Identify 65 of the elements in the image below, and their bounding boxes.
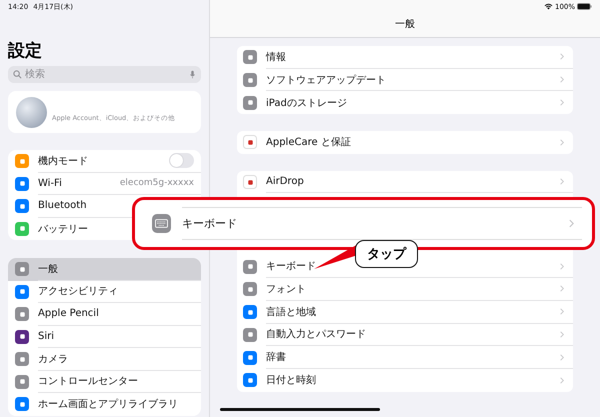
nav-title: 一般 [394, 18, 416, 31]
settings-row[interactable]: フォント [237, 278, 573, 301]
sidebar-item[interactable]: Siri [8, 326, 201, 348]
sidebar-item[interactable]: カメラ [8, 348, 201, 370]
row-label: iPadのストレージ [266, 96, 347, 110]
chevron-icon [569, 219, 574, 228]
keyboard-icon [152, 214, 171, 233]
row-label: 情報 [266, 50, 286, 64]
chevron-icon [560, 330, 564, 338]
row-label: キーボード [266, 260, 316, 274]
chevron-icon [560, 76, 564, 84]
avatar-circle [16, 96, 47, 128]
sidebar-item[interactable]: ホーム画面とアプリライブラリ [8, 393, 201, 416]
row-label: ソフトウェアアップデート [266, 74, 386, 87]
sidebar-item[interactable]: コントロールセンター [8, 370, 201, 393]
chevron-icon [560, 376, 564, 384]
sidebar-item[interactable]: アクセシビリティ [8, 280, 201, 303]
settings-row[interactable]: 日付と時刻 [237, 368, 573, 392]
item-label: ホーム画面とアプリライブラリ [38, 398, 178, 412]
settings-row[interactable]: ソフトウェアアップデート [237, 68, 573, 92]
item-label: アクセシビリティ [38, 285, 118, 298]
chevron-icon [560, 99, 564, 106]
row-label: AirDrop [266, 176, 304, 188]
row-label: AppleCare と保証 [266, 136, 351, 150]
item-value: elecom5g-xxxxx [120, 178, 194, 188]
page-title: 設定 [8, 40, 43, 62]
sidebar-item[interactable]: 一般 [8, 258, 201, 280]
item-label: Bluetooth [38, 200, 87, 212]
settings-row[interactable]: AirDrop [237, 170, 573, 194]
item-label: 一般 [38, 262, 58, 276]
chevron-icon [560, 138, 564, 146]
settings-row[interactable]: 辞書 [237, 346, 573, 369]
item-label: 機内モード [38, 154, 88, 168]
row-label: 自動入力とパスワード [266, 328, 366, 342]
sidebar-item[interactable]: Wi-Fi elecom5g-xxxxx [8, 172, 201, 195]
chevron-icon [560, 262, 564, 270]
chevron-icon [560, 285, 564, 292]
sidebar-item[interactable]: Apple Pencil [8, 303, 201, 326]
wifi-icon [544, 3, 553, 10]
row-label: キーボード [182, 216, 237, 231]
chevron-icon [560, 308, 564, 316]
settings-row[interactable]: 言語と地域 [237, 300, 573, 324]
row-label: フォント [266, 282, 306, 296]
chevron-icon [560, 53, 564, 60]
settings-row[interactable]: 情報 [237, 46, 573, 69]
item-label: Siri [38, 330, 54, 342]
settings-row[interactable]: iPadのストレージ [237, 91, 573, 114]
callout-bubble: タップ [355, 240, 418, 268]
item-label: Wi-Fi [38, 178, 62, 189]
toggle-switch[interactable] [169, 153, 194, 168]
item-label: バッテリー [38, 222, 88, 236]
row-label: 辞書 [266, 350, 286, 364]
search-field[interactable]: 検索 [8, 66, 201, 83]
settings-row[interactable]: AppleCare と保証 [237, 131, 573, 154]
sidebar-item[interactable]: 機内モード [8, 150, 201, 172]
item-label: カメラ [38, 352, 68, 366]
settings-row[interactable]: 自動入力とパスワード [237, 324, 573, 346]
microphone-icon [190, 70, 195, 79]
battery-icon [577, 3, 592, 10]
row-label: 言語と地域 [266, 306, 316, 319]
chevron-icon [560, 354, 564, 361]
chevron-icon [560, 178, 564, 186]
item-label: コントロールセンター [38, 375, 138, 388]
row-label: 日付と時刻 [266, 374, 316, 388]
item-label: Apple Pencil [38, 308, 99, 320]
